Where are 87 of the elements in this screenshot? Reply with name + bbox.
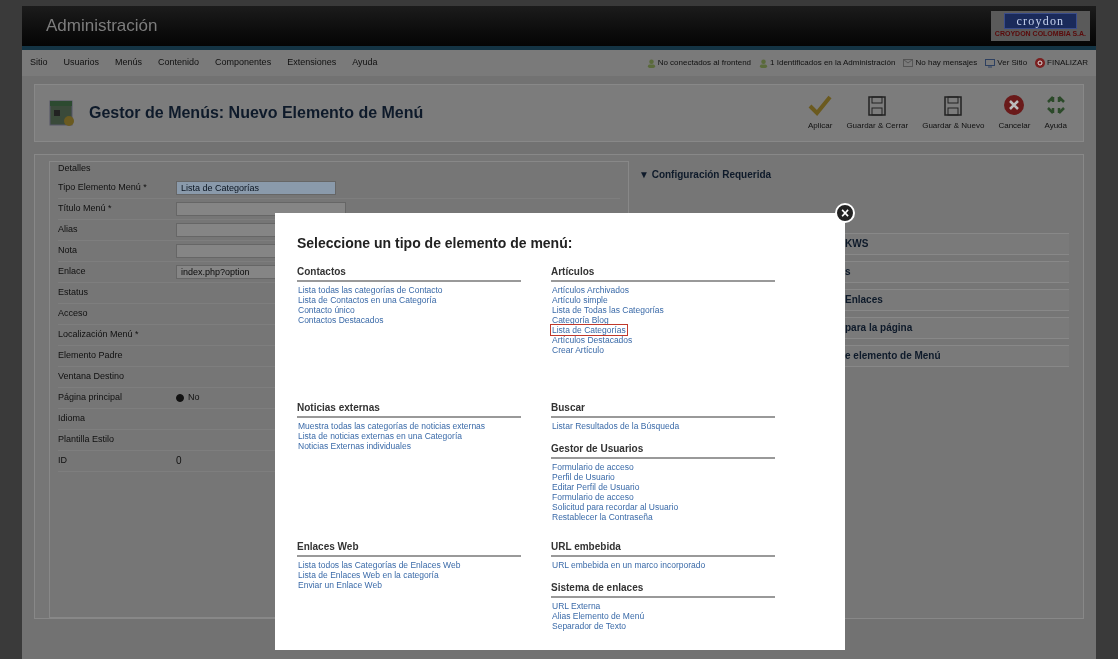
cancel-icon — [1003, 94, 1026, 116]
fieldset-legend: Detalles — [58, 162, 620, 176]
field-label: Idioma — [58, 411, 86, 425]
floppy-icon — [944, 96, 963, 116]
menu-type-link[interactable]: Formulario de acceso — [551, 462, 635, 472]
menu-type-link[interactable]: Artículo simple — [551, 295, 609, 305]
page-title: Gestor de Menús: Nuevo Elemento de Menú — [89, 103, 424, 123]
section-heading: Enlaces Web — [297, 539, 521, 557]
section-heading: Contactos — [297, 264, 521, 282]
menu-type-link[interactable]: Editar Perfil de Usuario — [551, 482, 641, 492]
menu-type-link[interactable]: Contacto único — [297, 305, 356, 315]
toolbar-button[interactable]: Cancelar — [996, 94, 1033, 132]
menu-type-link[interactable]: Restablecer la Contraseña — [551, 512, 654, 522]
menu-type-link[interactable]: Lista de Categorías — [551, 325, 627, 335]
status-item[interactable]: Ver Sitio — [997, 57, 1028, 69]
menu-type-link[interactable]: Lista todas las categorías de Contacto — [297, 285, 444, 295]
field-label: Acceso — [58, 306, 89, 320]
arrows-icon — [1044, 94, 1067, 116]
status-item: No conectados al frontend — [657, 57, 752, 69]
menu-item[interactable]: Contenido — [158, 56, 200, 70]
menu-type-link[interactable]: Muestra todas las categorías de noticias externas — [297, 421, 487, 431]
toolbar-button[interactable]: Aplicar — [805, 94, 835, 132]
radio-label: No — [188, 390, 200, 404]
status-item: No hay mensajes — [915, 57, 978, 69]
menu-type-link[interactable]: Artículos Archivados — [551, 285, 630, 295]
section-heading: Artículos — [551, 264, 775, 282]
section-heading: Gestor de Usuarios — [551, 441, 775, 459]
field-label: ID — [58, 453, 68, 467]
monitor-icon — [985, 58, 996, 68]
menu-manager-icon — [49, 99, 75, 127]
section-heading: URL embebida — [551, 539, 775, 557]
power-icon — [1035, 58, 1046, 68]
section-heading: Buscar — [551, 400, 775, 418]
menu-type-link[interactable]: URL Externa — [551, 601, 602, 611]
menu-item[interactable]: Ayuda — [352, 56, 378, 70]
panel-heading[interactable]: ▼ Configuración Requerida — [639, 161, 1069, 185]
field-label: Página principal — [58, 390, 124, 404]
menu-item[interactable]: Usuarios — [63, 56, 100, 70]
field-label: Tipo Elemento Menú * — [58, 180, 148, 194]
type-select[interactable]: Lista de Categorías — [176, 180, 336, 195]
menu-type-link[interactable]: Formulario de acceso — [551, 492, 635, 502]
status-item: 1 Identificados en la Administración — [770, 57, 896, 69]
menu-item[interactable]: Sitio — [30, 56, 48, 70]
menu-type-link[interactable]: URL embebida en un marco incorporado — [551, 560, 707, 570]
menu-type-link[interactable]: Contactos Destacados — [297, 315, 385, 325]
toolbar-button[interactable]: Ayuda — [1042, 94, 1069, 132]
dialog-title: Seleccione un tipo de elemento de menú: — [297, 234, 574, 253]
field-label: Enlace — [58, 264, 87, 278]
menu-type-link[interactable]: Listar Resultados de la Búsqueda — [551, 421, 681, 431]
menu-type-link[interactable]: Separador de Texto — [551, 621, 628, 631]
menu-item[interactable]: Componentes — [215, 56, 272, 70]
menu-type-link[interactable]: Lista de Enlaces Web en la categoría — [297, 570, 440, 580]
menu-item[interactable]: Extensiones — [287, 56, 337, 70]
field-label: Plantilla Estilo — [58, 432, 116, 446]
input-field[interactable] — [176, 201, 346, 216]
floppy-icon — [868, 96, 887, 116]
user-icon — [646, 58, 656, 68]
envelope-icon — [903, 59, 914, 67]
toolbar-button[interactable]: Guardar & Cerrar — [844, 96, 911, 132]
menu-type-link[interactable]: Alias Elemento de Menú — [551, 611, 646, 621]
menu-type-link[interactable]: Noticias Externas individuales — [297, 441, 412, 451]
menu-type-link[interactable]: Solicitud para recordar al Usuario — [551, 502, 680, 512]
menu-type-link[interactable]: Crear Artículo — [551, 345, 605, 355]
radio-button[interactable] — [176, 393, 184, 402]
field-label: Localización Menú * — [58, 327, 140, 341]
checkmark-icon — [808, 94, 833, 116]
field-label: Nota — [58, 243, 78, 257]
menu-item[interactable]: Menús — [115, 56, 143, 70]
toolbar-button[interactable]: Guardar & Nuevo — [920, 96, 987, 132]
menu-type-link[interactable]: Lista de noticias externas en una Categoría — [297, 431, 463, 441]
menu-type-link[interactable]: Lista todos las Categorías de Enlaces Web — [297, 560, 462, 570]
field-label: Estatus — [58, 285, 89, 299]
field-label: Ventana Destino — [58, 369, 126, 383]
header-title: Administración — [46, 15, 158, 38]
field-value: 0 — [176, 454, 182, 468]
menu-type-link[interactable]: Perfil de Usuario — [551, 472, 616, 482]
menu-type-link[interactable]: Enviar un Enlace Web — [297, 580, 383, 590]
field-label: Alias — [58, 222, 79, 236]
field-label: Título Menú * — [58, 201, 113, 215]
menu-type-link[interactable]: Lista de Contactos en una Categoría — [297, 295, 438, 305]
menu-type-link[interactable]: Artículos Destacados — [551, 335, 634, 345]
user-icon — [759, 58, 769, 68]
field-label: Elemento Padre — [58, 348, 124, 362]
section-heading: Sistema de enlaces — [551, 580, 775, 598]
status-item[interactable]: FINALIZAR — [1047, 57, 1088, 69]
section-heading: Noticias externas — [297, 400, 521, 418]
menu-type-link[interactable]: Categoría Blog — [551, 315, 610, 325]
